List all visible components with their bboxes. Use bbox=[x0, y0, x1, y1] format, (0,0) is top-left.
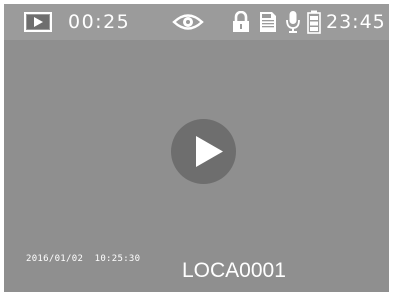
play-button[interactable] bbox=[171, 119, 236, 184]
lock-icon bbox=[232, 4, 250, 40]
video-playback-icon[interactable] bbox=[24, 4, 52, 40]
clock: 23:45 bbox=[326, 11, 386, 33]
eye-icon bbox=[172, 4, 204, 40]
play-icon bbox=[196, 136, 223, 167]
battery-icon bbox=[307, 4, 321, 40]
elapsed-time: 00:25 bbox=[68, 11, 131, 33]
status-bar: 00:25 23:45 bbox=[4, 4, 389, 40]
playback-screen: 00:25 23:45 2016/01/02 10:25:30 LOCA0001 bbox=[4, 4, 389, 292]
microphone-icon bbox=[286, 4, 300, 40]
recording-timestamp: 2016/01/02 10:25:30 bbox=[26, 254, 141, 264]
sd-card-icon bbox=[259, 4, 277, 40]
file-name: LOCA0001 bbox=[182, 259, 286, 282]
